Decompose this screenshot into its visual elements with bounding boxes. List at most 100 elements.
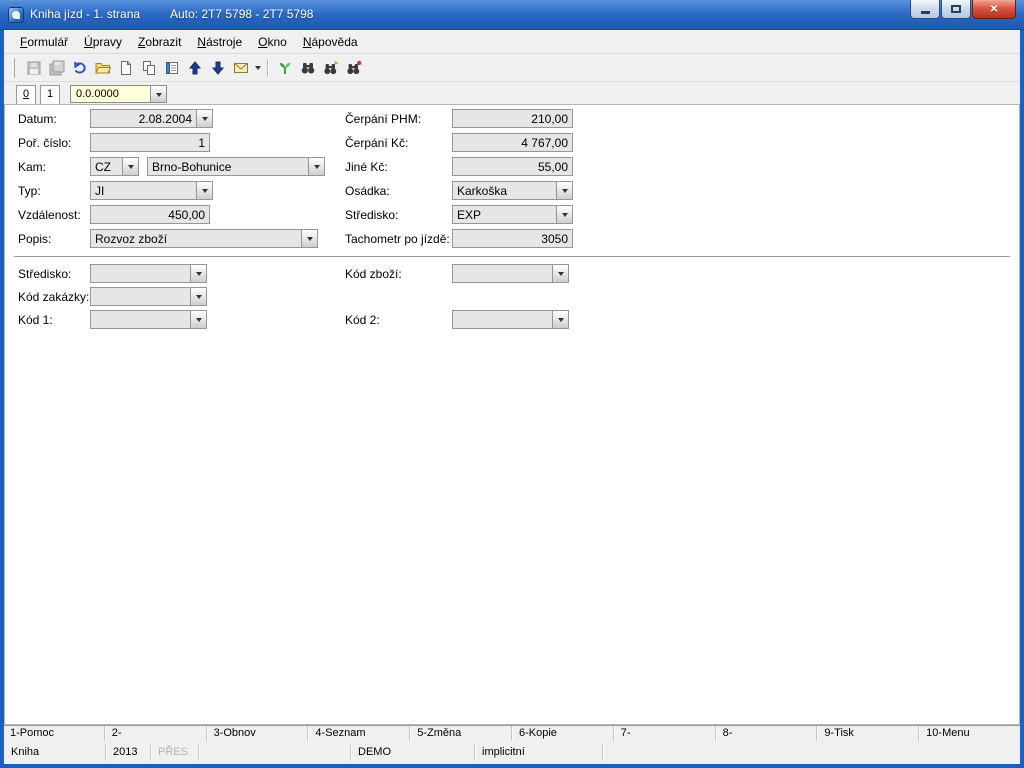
tab-0-label: 0 [23, 88, 29, 100]
datum-value: 2.08.2004 [91, 112, 196, 126]
app-icon [8, 7, 24, 23]
kod-2-label: Kód 2: [345, 313, 380, 327]
move-down-button[interactable] [206, 56, 229, 79]
app-window: Kniha jízd - 1. strana Auto: 2T7 5798 - … [0, 0, 1024, 768]
dropdown-arrow-icon[interactable] [190, 311, 206, 328]
stredisko2-label: Středisko: [18, 267, 71, 281]
dropdown-arrow-icon[interactable] [122, 158, 138, 175]
dropdown-arrow-icon[interactable] [552, 265, 568, 282]
kam-code-field[interactable]: CZ [90, 157, 139, 176]
status-module: Kniha [4, 744, 106, 761]
toolbar-grip[interactable] [12, 58, 15, 78]
dropdown-arrow-icon[interactable] [190, 265, 206, 282]
copy-icon [141, 60, 157, 76]
kod-zbozi-field[interactable] [452, 264, 569, 283]
menu-zobrazit[interactable]: Zobrazit [130, 32, 189, 52]
stredisko-value: EXP [453, 208, 556, 222]
datum-field[interactable]: 2.08.2004 [90, 109, 213, 128]
find-button[interactable] [296, 56, 319, 79]
find-go-button[interactable] [342, 56, 365, 79]
dropdown-arrow-icon[interactable] [196, 110, 212, 127]
close-button[interactable] [972, 0, 1016, 19]
fkey-7[interactable]: 7- [614, 726, 716, 741]
dropdown-arrow-icon[interactable] [301, 230, 317, 247]
open-button[interactable] [91, 56, 114, 79]
cerpani-phm-field[interactable]: 210,00 [452, 109, 573, 128]
import-button[interactable] [273, 56, 296, 79]
kod-zbozi-label: Kód zboží: [345, 267, 402, 281]
fkey-9[interactable]: 9-Tisk [817, 726, 919, 741]
menubar: Formulář Úpravy Zobrazit Nástroje Okno N… [4, 30, 1020, 54]
cerpani-kc-field[interactable]: 4 767,00 [452, 133, 573, 152]
find-icon [300, 60, 316, 76]
status-empty-1 [199, 744, 351, 761]
fkey-3[interactable]: 3-Obnov [207, 726, 309, 741]
stredisko2-field[interactable] [90, 264, 207, 283]
dropdown-arrow-icon[interactable] [552, 311, 568, 328]
popis-field[interactable]: Rozvoz zboží [90, 229, 318, 248]
fkey-6[interactable]: 6-Kopie [512, 726, 614, 741]
notebook-button[interactable] [160, 56, 183, 79]
dropdown-arrow-icon[interactable] [150, 86, 166, 102]
maximize-icon [951, 5, 961, 13]
jine-kc-field[interactable]: 55,00 [452, 157, 573, 176]
undo-button[interactable] [68, 56, 91, 79]
fkey-1[interactable]: 1-Pomoc [4, 726, 105, 741]
menu-napoveda[interactable]: Nápověda [295, 32, 366, 52]
tab-0[interactable]: 0 [16, 85, 36, 104]
tab-1[interactable]: 1 [40, 85, 60, 104]
fkey-10[interactable]: 10-Menu [919, 726, 1020, 741]
minimize-icon [921, 11, 930, 14]
maximize-button[interactable] [941, 0, 971, 19]
vzdalenost-value: 450,00 [91, 208, 209, 222]
tachometr-label: Tachometr po jízdě: [345, 232, 450, 246]
mail-button[interactable] [229, 56, 252, 79]
por-cislo-field[interactable]: 1 [90, 133, 210, 152]
vzdalenost-field[interactable]: 450,00 [90, 205, 210, 224]
new-button[interactable] [114, 56, 137, 79]
section-divider [14, 256, 1010, 257]
vzdalenost-label: Vzdálenost: [18, 208, 81, 222]
menu-nastroje[interactable]: Nástroje [189, 32, 250, 52]
fkey-8[interactable]: 8- [716, 726, 818, 741]
kod-2-field[interactable] [452, 310, 569, 329]
find-next-button[interactable] [319, 56, 342, 79]
jine-kc-value: 55,00 [453, 160, 572, 174]
tab-1-label: 1 [47, 88, 53, 100]
kod-zakazky-label: Kód zakázky: [18, 290, 89, 304]
tachometr-value: 3050 [453, 232, 572, 246]
dropdown-arrow-icon[interactable] [556, 182, 572, 199]
fkey-2[interactable]: 2- [105, 726, 207, 741]
kam-dest-field[interactable]: Brno-Bohunice [147, 157, 325, 176]
save-button [22, 56, 45, 79]
por-cislo-label: Poř. číslo: [18, 136, 71, 150]
dropdown-arrow-icon[interactable] [308, 158, 324, 175]
dropdown-arrow-icon[interactable] [556, 206, 572, 223]
fkey-5[interactable]: 5-Změna [410, 726, 512, 741]
stredisko-field[interactable]: EXP [452, 205, 573, 224]
find-next-icon [323, 60, 339, 76]
mail-menu-icon[interactable] [252, 56, 263, 79]
import-icon [277, 60, 293, 76]
menu-upravy[interactable]: Úpravy [76, 32, 130, 52]
copy-button[interactable] [137, 56, 160, 79]
save-all-icon [49, 60, 65, 76]
kod-zakazky-field[interactable] [90, 287, 207, 306]
kod-1-field[interactable] [90, 310, 207, 329]
move-up-button[interactable] [183, 56, 206, 79]
titlebar: Kniha jízd - 1. strana Auto: 2T7 5798 - … [0, 0, 1024, 30]
mail-icon [233, 60, 249, 76]
cerpani-phm-value: 210,00 [453, 112, 572, 126]
minimize-button[interactable] [910, 0, 940, 19]
rate-combo[interactable]: 0.0.0000 [70, 85, 167, 103]
menu-formular[interactable]: Formulář [12, 32, 76, 52]
tachometr-field[interactable]: 3050 [452, 229, 573, 248]
dropdown-arrow-icon[interactable] [196, 182, 212, 199]
typ-field[interactable]: JI [90, 181, 213, 200]
menu-okno[interactable]: Okno [250, 32, 295, 52]
dropdown-arrow-icon[interactable] [190, 288, 206, 305]
fkey-4[interactable]: 4-Seznam [308, 726, 410, 741]
osadka-field[interactable]: Karkoška [452, 181, 573, 200]
save-icon [26, 60, 42, 76]
status-overwrite-mode: PŘES [151, 744, 199, 761]
